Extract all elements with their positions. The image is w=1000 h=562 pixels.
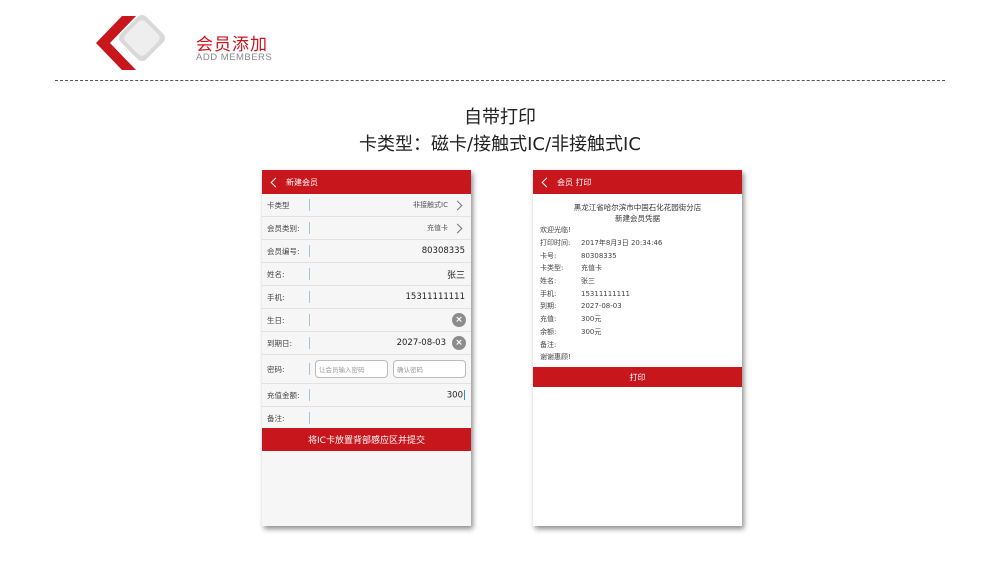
chevron-right-icon[interactable] bbox=[452, 223, 463, 233]
receipt-store: 黑龙江省哈尔滨市中国石化花园街分店 bbox=[573, 203, 702, 212]
receipt-value: 15311111111 bbox=[581, 289, 630, 298]
nav-title: 会员 打印 bbox=[557, 177, 592, 187]
field-label: 到期日: bbox=[267, 338, 293, 348]
receipt-key: 手机: bbox=[540, 289, 557, 298]
password-input[interactable]: 让会员输入密码 bbox=[315, 360, 388, 378]
header-divider bbox=[55, 80, 945, 81]
member-print-screen: 会员 打印 黑龙江省哈尔滨市中国石化花园街分店 新建会员凭据 欢迎光临! 打印时… bbox=[533, 170, 742, 526]
feature-heading: 自带打印 bbox=[464, 107, 536, 128]
recharge-input[interactable]: 300 bbox=[310, 389, 471, 401]
card-type-row[interactable]: 卡类型 非接触式IC bbox=[262, 194, 471, 217]
receipt-key: 卡类型: bbox=[540, 264, 564, 273]
chevron-right-icon[interactable] bbox=[452, 200, 463, 210]
receipt-value: 300元 bbox=[581, 327, 602, 336]
submit-button[interactable]: 将IC卡放置背部感应区并提交 bbox=[262, 428, 471, 451]
receipt-line: 手机: 15311111111 bbox=[540, 287, 742, 300]
recharge-row[interactable]: 充值金额: 300 bbox=[262, 384, 471, 407]
receipt-key: 姓名: bbox=[540, 277, 557, 286]
receipt-thanks: 谢谢惠顾! bbox=[540, 353, 571, 362]
recharge-value: 300 bbox=[446, 390, 463, 401]
receipt-line: 余额: 300元 bbox=[540, 326, 742, 339]
receipt-welcome: 欢迎光临! bbox=[540, 226, 571, 235]
receipt-key: 卡号: bbox=[540, 251, 557, 260]
receipt-value: 2027-08-03 bbox=[581, 302, 622, 311]
receipt-value: 2017年8月3日 20:34:46 bbox=[581, 239, 663, 248]
back-icon[interactable] bbox=[270, 177, 281, 187]
card-type-value: 非接触式IC bbox=[413, 201, 448, 209]
birthday-row[interactable]: 生日: × bbox=[262, 309, 471, 332]
field-label: 姓名: bbox=[267, 269, 285, 279]
page-subtitle: ADD MEMBERS bbox=[196, 52, 273, 63]
field-label: 生日: bbox=[267, 315, 285, 325]
receipt-value: 80308335 bbox=[581, 251, 617, 260]
receipt-line: 到期: 2027-08-03 bbox=[540, 300, 742, 313]
receipt-value: 张三 bbox=[581, 277, 595, 286]
expiry-row[interactable]: 到期日: 2027-08-03 × bbox=[262, 332, 471, 355]
receipt-lines: 打印时间: 2017年8月3日 20:34:46 卡号: 80308335 卡类型: 充值… bbox=[540, 237, 742, 339]
phone-row[interactable]: 手机: 15311111111 bbox=[262, 286, 471, 309]
field-label: 会员类别: bbox=[267, 223, 300, 233]
receipt-key: 到期: bbox=[540, 302, 557, 311]
receipt-line: 姓名: 张三 bbox=[540, 275, 742, 288]
field-label: 充值金额: bbox=[267, 390, 300, 400]
receipt-remark: 备注: bbox=[540, 340, 557, 349]
receipt-value: 充值卡 bbox=[581, 264, 602, 273]
password-row: 密码: 让会员输入密码 确认密码 bbox=[262, 355, 471, 384]
field-separator bbox=[309, 363, 310, 375]
field-label: 手机: bbox=[267, 292, 285, 302]
nav-bar: 新建会员 bbox=[262, 170, 471, 194]
receipt-key: 充值: bbox=[540, 315, 557, 324]
member-category-value: 充值卡 bbox=[427, 224, 448, 232]
field-separator bbox=[309, 314, 310, 326]
receipt-key: 打印时间: bbox=[540, 239, 571, 248]
field-label: 会员编号: bbox=[267, 246, 300, 256]
receipt-line: 打印时间: 2017年8月3日 20:34:46 bbox=[540, 237, 742, 250]
name-row[interactable]: 姓名: 张三 bbox=[262, 263, 471, 286]
member-no-row[interactable]: 会员编号: 80308335 bbox=[262, 240, 471, 263]
member-no-input[interactable]: 80308335 bbox=[310, 246, 471, 256]
receipt-key: 余额: bbox=[540, 327, 557, 336]
receipt-title: 新建会员凭据 bbox=[615, 214, 660, 223]
member-category-row[interactable]: 会员类别: 充值卡 bbox=[262, 217, 471, 240]
phone-input[interactable]: 15311111111 bbox=[310, 292, 471, 302]
field-label: 卡类型 bbox=[267, 200, 290, 210]
field-label: 备注: bbox=[267, 413, 285, 423]
nav-bar: 会员 打印 bbox=[533, 170, 742, 194]
new-member-screen: 新建会员 卡类型 非接触式IC 会员类别: 充值卡 会员编号: 80308335… bbox=[262, 170, 471, 526]
brand-logo bbox=[96, 15, 165, 70]
card-types-heading: 卡类型：磁卡/接触式IC/非接触式IC bbox=[359, 134, 641, 155]
receipt-line: 卡类型: 充值卡 bbox=[540, 262, 742, 275]
text-cursor bbox=[464, 389, 465, 400]
receipt-value: 300元 bbox=[581, 315, 602, 324]
clear-icon[interactable]: × bbox=[452, 336, 466, 350]
receipt-line: 充值: 300元 bbox=[540, 313, 742, 326]
print-button[interactable]: 打印 bbox=[533, 367, 742, 387]
name-input[interactable]: 张三 bbox=[310, 268, 471, 281]
field-label: 密码: bbox=[267, 364, 285, 374]
field-separator bbox=[309, 412, 310, 424]
nav-title: 新建会员 bbox=[286, 177, 318, 187]
back-icon[interactable] bbox=[541, 177, 552, 187]
expiry-input[interactable]: 2027-08-03 bbox=[310, 338, 452, 348]
receipt-line: 卡号: 80308335 bbox=[540, 249, 742, 262]
receipt: 黑龙江省哈尔滨市中国石化花园街分店 新建会员凭据 欢迎光临! 打印时间: 2017… bbox=[533, 194, 742, 364]
remark-row[interactable]: 备注: bbox=[262, 407, 471, 430]
confirm-password-input[interactable]: 确认密码 bbox=[393, 360, 466, 378]
clear-icon[interactable]: × bbox=[452, 313, 466, 327]
